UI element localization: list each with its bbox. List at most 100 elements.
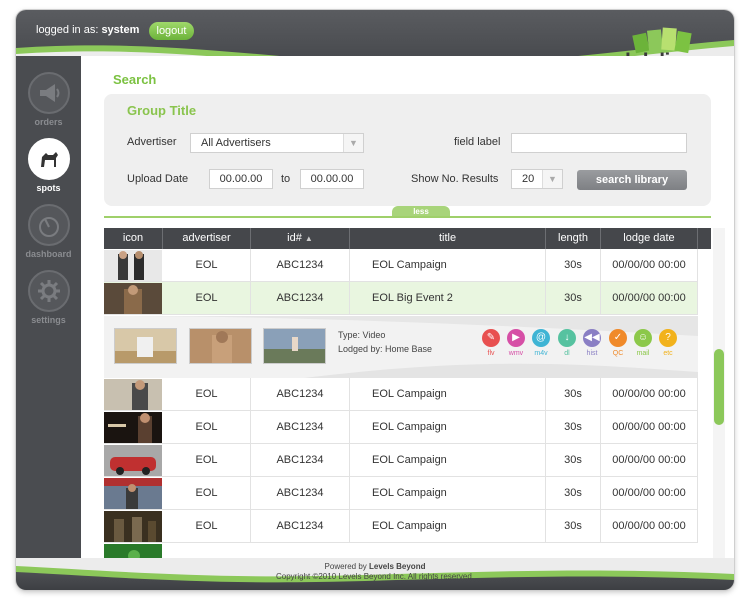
- format-qc-button[interactable]: ✓ QC: [607, 329, 629, 357]
- cell-id: ABC1234: [251, 378, 350, 411]
- column-header-icon[interactable]: icon: [104, 228, 163, 249]
- sidebar-item-orders[interactable]: orders: [16, 72, 81, 134]
- cell-length: 30s: [546, 444, 601, 477]
- cell-id: ABC1234: [251, 411, 350, 444]
- powered-brand[interactable]: Levels Beyond: [369, 562, 425, 571]
- cell-title: EOL Campaign: [350, 411, 546, 444]
- cell-lodge-date: 00/00/00 00:00: [601, 444, 698, 477]
- gauge-icon: [39, 217, 59, 237]
- table-row-selected[interactable]: EOL ABC1234 EOL Big Event 2 30s 00/00/00…: [104, 282, 698, 315]
- format-etc-button[interactable]: ? etc: [657, 329, 679, 357]
- login-status: logged in as: system: [36, 24, 139, 36]
- powered-prefix: Powered by: [324, 562, 369, 571]
- cell-id: ABC1234: [251, 282, 350, 315]
- question-icon: ?: [659, 329, 677, 347]
- column-header-id-label: id#: [287, 232, 302, 244]
- format-label: m4v: [534, 350, 548, 357]
- cell-id: ABC1234: [251, 444, 350, 477]
- column-header-lodge-date[interactable]: lodge date: [601, 228, 698, 249]
- video-thumbnail[interactable]: [104, 250, 162, 281]
- date-from-input[interactable]: 00.00.00: [209, 169, 273, 189]
- field-input[interactable]: [511, 133, 687, 153]
- video-thumbnail[interactable]: [104, 379, 162, 410]
- sidebar-item-label: spots: [36, 183, 61, 193]
- group-title: Group Title: [127, 103, 197, 118]
- check-icon: ✓: [609, 329, 627, 347]
- table-row[interactable]: EOL ABC1234 EOL Campaign 30s 00/00/00 00…: [104, 510, 698, 543]
- cell-id: ABC1234: [251, 510, 350, 543]
- format-wmv-button[interactable]: ▶ wmv: [505, 329, 527, 357]
- format-download-button[interactable]: ↓ dl: [556, 329, 578, 357]
- column-header-title[interactable]: title: [350, 228, 546, 249]
- format-label: mail: [636, 350, 650, 357]
- cell-length: 30s: [546, 378, 601, 411]
- column-header-advertiser[interactable]: advertiser: [163, 228, 251, 249]
- date-to-input[interactable]: 00.00.00: [300, 169, 364, 189]
- table-row[interactable]: EOL ABC1234 EOL Campaign 30s 00/00/00 00…: [104, 477, 698, 510]
- video-thumbnail[interactable]: [104, 478, 162, 509]
- cell-title: EOL Campaign: [350, 477, 546, 510]
- video-thumbnail[interactable]: [104, 412, 162, 443]
- format-label: etc: [663, 350, 673, 357]
- table-row[interactable]: EOL ABC1234 EOL Campaign 30s 00/00/00 00…: [104, 249, 698, 282]
- format-m4v-button[interactable]: @ m4v: [530, 329, 552, 357]
- cell-title: EOL Big Event 2: [350, 282, 546, 315]
- cell-length: 30s: [546, 411, 601, 444]
- mail-icon: ☺: [634, 329, 652, 347]
- cell-id: ABC1234: [251, 477, 350, 510]
- scrollbar-thumb[interactable]: [714, 349, 724, 425]
- spots-circle: [28, 138, 70, 180]
- sidebar-item-spots[interactable]: spots: [16, 138, 81, 200]
- flv-icon: ✎: [482, 329, 500, 347]
- to-label: to: [281, 173, 291, 185]
- table-row[interactable]: EOL ABC1234 EOL Campaign 30s 00/00/00 00…: [104, 411, 698, 444]
- cell-title: EOL Campaign: [350, 444, 546, 477]
- video-thumbnail[interactable]: [104, 283, 162, 314]
- sidebar: orders spots dashboard settings: [16, 56, 81, 560]
- cell-advertiser: EOL: [163, 282, 251, 315]
- video-thumbnail[interactable]: [104, 511, 162, 542]
- table-row[interactable]: EOL ABC1234 EOL Campaign 30s 00/00/00 00…: [104, 378, 698, 411]
- format-mail-button[interactable]: ☺ mail: [632, 329, 654, 357]
- cell-advertiser: EOL: [163, 510, 251, 543]
- cell-title: EOL Campaign: [350, 510, 546, 543]
- sidebar-item-dashboard[interactable]: dashboard: [16, 204, 81, 266]
- logout-button[interactable]: logout: [149, 22, 194, 40]
- advertiser-select[interactable]: All Advertisers ▼: [190, 133, 364, 153]
- advertiser-label: Advertiser: [127, 136, 177, 148]
- format-label: flv: [487, 350, 495, 357]
- format-label: QC: [612, 350, 624, 357]
- page-title: Search: [113, 72, 157, 87]
- detail-thumbnail-2[interactable]: [189, 328, 252, 364]
- chevron-down-icon[interactable]: ▼: [343, 134, 363, 152]
- rewind-icon: ◀◀: [583, 329, 601, 347]
- format-flv-button[interactable]: ✎ flv: [480, 329, 502, 357]
- format-history-button[interactable]: ◀◀ hist: [581, 329, 603, 357]
- cell-advertiser: EOL: [163, 249, 251, 282]
- detail-type: Type: Video: [338, 330, 386, 340]
- detail-thumbnail-3[interactable]: [263, 328, 326, 364]
- search-library-button[interactable]: search library: [577, 170, 687, 190]
- advertiser-value: All Advertisers: [201, 137, 271, 149]
- detail-thumbnail-1[interactable]: [114, 328, 177, 364]
- footer-text: Powered by Levels Beyond Copyright ©2010…: [16, 562, 734, 582]
- cell-length: 30s: [546, 477, 601, 510]
- table-row[interactable]: EOL ABC1234 EOL Campaign 30s 00/00/00 00…: [104, 444, 698, 477]
- gear-icon: [38, 280, 60, 302]
- cell-length: 30s: [546, 249, 601, 282]
- column-header-length[interactable]: length: [546, 228, 601, 249]
- settings-circle: [28, 270, 70, 312]
- results-select[interactable]: 20 ▼: [511, 169, 563, 189]
- sidebar-item-label: settings: [31, 315, 66, 325]
- copyright: Copyright ©2010 Levels Beyond Inc. All r…: [276, 572, 474, 581]
- sidebar-item-settings[interactable]: settings: [16, 270, 81, 332]
- cell-advertiser: EOL: [163, 378, 251, 411]
- cell-advertiser: EOL: [163, 444, 251, 477]
- video-thumbnail[interactable]: [104, 445, 162, 476]
- column-header-id[interactable]: id# ▲: [251, 228, 350, 249]
- cell-title: EOL Campaign: [350, 378, 546, 411]
- chevron-down-icon[interactable]: ▼: [542, 170, 562, 188]
- sidebar-item-label: orders: [34, 117, 63, 127]
- main-content: Search Group Title Advertiser All Advert…: [81, 56, 734, 560]
- cell-id: ABC1234: [251, 249, 350, 282]
